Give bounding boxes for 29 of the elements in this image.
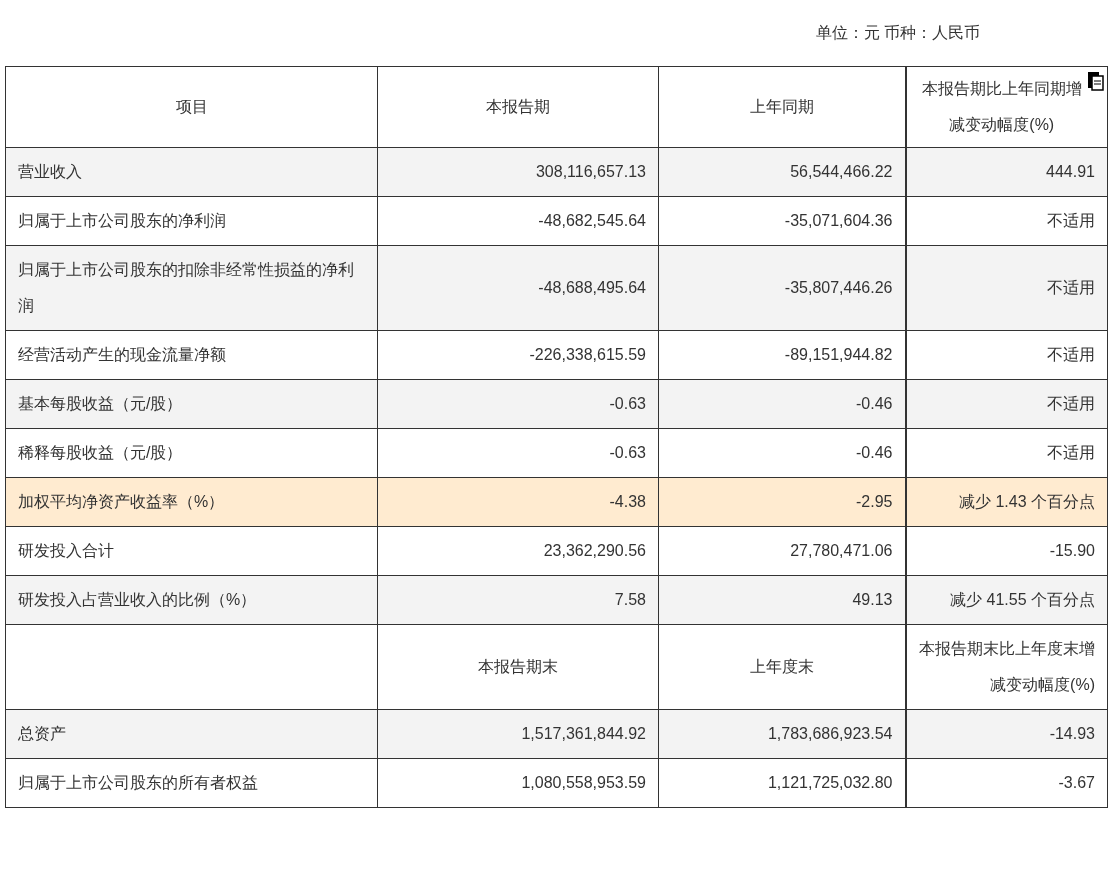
table-cell: -0.63 <box>377 379 659 429</box>
row-label: 营业收入 <box>5 147 378 197</box>
row-label: 归属于上市公司股东的扣除非经常性损益的净利润 <box>5 245 378 331</box>
table-cell: -3.67 <box>905 758 1108 808</box>
table-cell: -226,338,615.59 <box>377 330 659 380</box>
table-cell: -48,682,545.64 <box>377 196 659 246</box>
row-label: 归属于上市公司股东的所有者权益 <box>5 758 378 808</box>
table-cell: 7.58 <box>377 575 659 625</box>
row-label: 稀释每股收益（元/股） <box>5 428 378 478</box>
row-label: 研发投入占营业收入的比例（%） <box>5 575 378 625</box>
row-label: 基本每股收益（元/股） <box>5 379 378 429</box>
column-header: 本报告期 <box>377 66 659 148</box>
table-cell: -48,688,495.64 <box>377 245 659 331</box>
column-header: 项目 <box>5 66 378 148</box>
row-label: 归属于上市公司股东的净利润 <box>5 196 378 246</box>
unit-note: 单位：元 币种：人民币 <box>814 23 981 43</box>
row-label: 经营活动产生的现金流量净额 <box>5 330 378 380</box>
row-label: 总资产 <box>5 709 378 759</box>
table-cell: 1,517,361,844.92 <box>377 709 659 759</box>
column-header: 上年同期 <box>658 66 906 148</box>
column-header: 本报告期末 <box>377 624 659 710</box>
row-label: 加权平均净资产收益率（%） <box>5 477 378 527</box>
table-cell: -4.38 <box>377 477 659 527</box>
table-cell: 308,116,657.13 <box>377 147 659 197</box>
row-label: 研发投入合计 <box>5 526 378 576</box>
table-cell: 23,362,290.56 <box>377 526 659 576</box>
table-cell: 1,080,558,953.59 <box>377 758 659 808</box>
document-icon[interactable] <box>1087 71 1104 91</box>
table-cell: -0.63 <box>377 428 659 478</box>
